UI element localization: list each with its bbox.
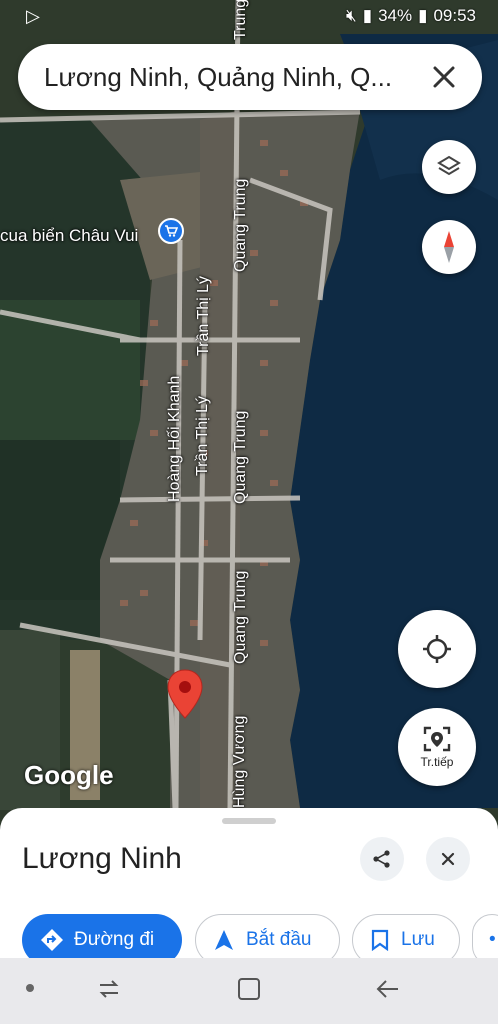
lens-next-button[interactable]: Tr.tiếp: [398, 708, 476, 786]
poi-marker[interactable]: [158, 218, 184, 244]
back-icon[interactable]: [374, 976, 400, 1002]
home-icon[interactable]: [236, 976, 262, 1002]
layers-button[interactable]: [422, 140, 476, 194]
close-icon[interactable]: [426, 59, 462, 95]
battery-percent: 34%: [378, 6, 413, 25]
share-button[interactable]: [360, 837, 404, 881]
play-icon: ▷: [26, 6, 40, 26]
layers-icon: [437, 155, 461, 176]
search-query[interactable]: Lương Ninh, Quảng Ninh, Q...: [44, 62, 414, 93]
search-bar[interactable]: Lương Ninh, Quảng Ninh, Q...: [18, 44, 482, 110]
street-label-hung-vuong: Hùng Vương: [231, 715, 248, 808]
bookmark-icon: [371, 929, 389, 951]
location-pin-icon[interactable]: [166, 668, 204, 720]
screen: ▷ 🔇︎ ▮ 34% ▮ 09:53 Lương Ninh, Quảng Nin…: [0, 0, 498, 1024]
street-label-tran-thi-ly-1: Trần Thị Lý: [195, 275, 212, 356]
my-location-button[interactable]: [398, 610, 476, 688]
system-nav-bar: [0, 958, 498, 1024]
street-label-hoang-hoi-khanh: Hoàng Hối Khanh: [166, 375, 183, 502]
google-watermark: Google: [24, 760, 114, 790]
mute-icon: 🔇︎: [345, 6, 357, 25]
lens-next-label: Tr.tiếp: [420, 755, 454, 769]
street-label-quang-trung-3: Quang Trung: [232, 570, 249, 664]
drag-handle[interactable]: [222, 818, 276, 824]
clock: 09:53: [433, 6, 476, 25]
start-label: Bắt đầu: [246, 929, 312, 950]
place-title: Lương Ninh: [22, 842, 182, 875]
street-label-quang-trung-1: Quang Trung: [232, 178, 249, 272]
poi-label[interactable]: cua biển Châu Vui: [0, 226, 138, 246]
directions-icon: [41, 929, 63, 951]
close-icon: [441, 852, 455, 866]
directions-label: Đường đi: [74, 929, 155, 950]
street-label-tran-thi-ly-2: Trần Thị Lý: [194, 395, 211, 476]
nav-dot-icon[interactable]: [26, 984, 34, 992]
save-label: Lưu: [401, 929, 435, 950]
lens-icon: [423, 726, 451, 752]
battery-icon: ▮: [418, 6, 428, 25]
street-label-quang-trung-2: Quang Trung: [232, 410, 249, 504]
my-location-icon: [423, 635, 451, 663]
street-label-top: Trung: [232, 0, 249, 40]
compass-button[interactable]: [422, 220, 476, 274]
shopping-cart-icon: [165, 225, 178, 237]
recents-icon[interactable]: [96, 976, 122, 1002]
signal-icon: ▮: [362, 6, 373, 25]
compass-icon: [444, 231, 454, 263]
status-indicators: 🔇︎ ▮ 34% ▮ 09:53: [346, 6, 476, 26]
sheet-close-button[interactable]: [426, 837, 470, 881]
share-icon: [373, 850, 390, 868]
navigation-icon: [215, 930, 233, 950]
